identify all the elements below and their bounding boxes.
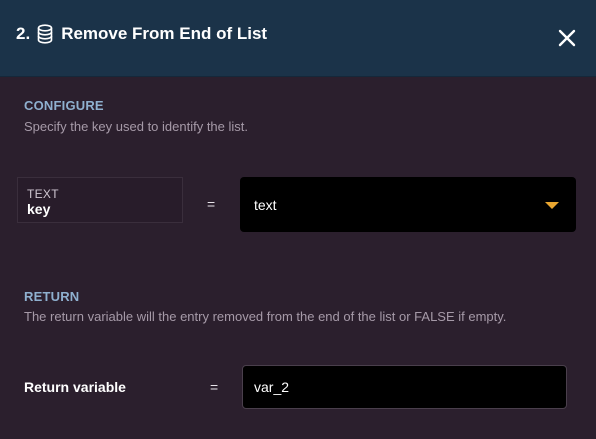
return-description: The return variable will the entry remov… <box>24 309 507 324</box>
database-icon <box>37 24 53 44</box>
return-variable-label: Return variable <box>24 379 126 395</box>
dialog-title: 2. Remove From End of List <box>16 22 267 46</box>
dialog-header: 2. Remove From End of List <box>0 0 596 77</box>
parameter-name: key <box>27 201 51 217</box>
key-parameter: TEXT key <box>17 177 183 223</box>
key-value-select[interactable]: text <box>240 177 576 232</box>
page-title: Remove From End of List <box>61 24 268 43</box>
parameter-type: TEXT <box>27 187 59 201</box>
step-number: 2. <box>16 24 31 43</box>
caret-down-icon[interactable] <box>545 202 559 209</box>
configure-heading: CONFIGURE <box>24 98 104 113</box>
equals-sign: = <box>210 379 219 395</box>
selected-value: text <box>254 197 277 213</box>
equals-sign: = <box>207 196 216 212</box>
return-heading: RETURN <box>24 289 80 304</box>
return-variable-input[interactable] <box>242 365 567 409</box>
close-icon[interactable] <box>558 29 576 47</box>
close-button[interactable] <box>553 24 581 52</box>
configure-description: Specify the key used to identify the lis… <box>24 119 249 134</box>
